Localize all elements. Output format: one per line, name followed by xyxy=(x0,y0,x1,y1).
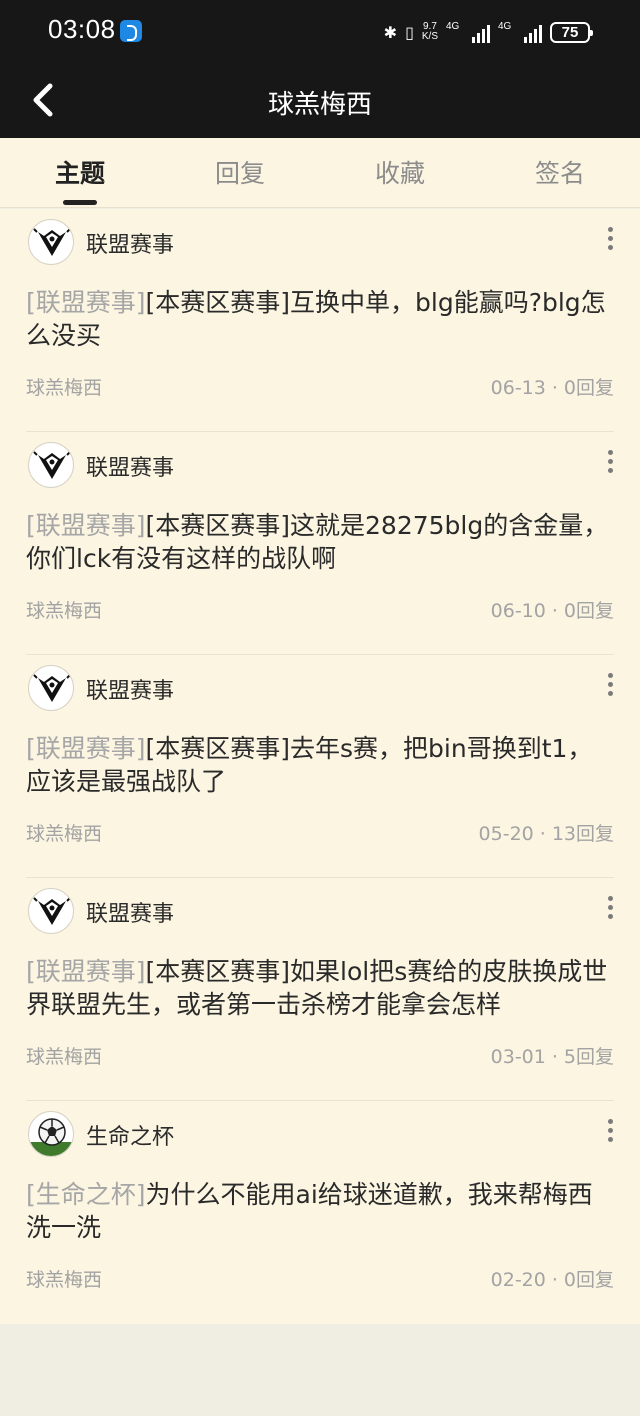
signal-label: 4G xyxy=(446,21,460,32)
list-item[interactable]: 联盟赛事 [联盟赛事][本赛区赛事]如果lol把s赛给的皮肤换成世界联盟先生，或… xyxy=(0,878,640,1101)
post-author: 球羔梅西 xyxy=(26,1046,103,1068)
post-meta: 05-20 · 13回复 xyxy=(479,819,614,846)
meta-separator: · xyxy=(551,377,558,399)
signal-icon: 4G xyxy=(446,21,490,43)
network-speed-unit: K/S xyxy=(421,31,438,42)
vibrate-icon: ▯ xyxy=(405,22,414,42)
forum-avatar[interactable] xyxy=(28,665,74,711)
post-title[interactable]: [联盟赛事][本赛区赛事]如果lol把s赛给的皮肤换成世界联盟先生，或者第一击杀… xyxy=(26,955,610,1021)
league-trophy-icon xyxy=(33,228,71,256)
post-title[interactable]: [联盟赛事][本赛区赛事]去年s赛，把bin哥换到t1，应该是最强战队了 xyxy=(26,732,610,798)
network-speed: 9.7 K/S xyxy=(422,22,438,42)
post-date: 06-13 xyxy=(490,377,546,399)
post-date: 02-20 xyxy=(490,1269,546,1291)
app-header: 球羔梅西 xyxy=(0,62,640,138)
post-author: 球羔梅西 xyxy=(26,823,103,845)
tab-topics[interactable]: 主题 xyxy=(0,138,160,207)
meta-separator: · xyxy=(551,600,558,622)
forum-avatar[interactable] xyxy=(28,1111,74,1157)
post-meta: 06-13 · 0回复 xyxy=(491,373,614,400)
app-notification-icon xyxy=(120,20,142,42)
post-title[interactable]: [生命之杯]为什么不能用ai给球迷道歉，我来帮梅西洗一洗 xyxy=(26,1178,610,1244)
status-bar: 03:08 ✱ ▯ 9.7 K/S 4G 4G 75 xyxy=(0,0,640,62)
post-meta: 03-01 · 5回复 xyxy=(491,1042,614,1069)
post-tag: [联盟赛事] xyxy=(26,288,146,317)
list-item[interactable]: 联盟赛事 [联盟赛事][本赛区赛事]互换中单，blg能赢吗?blg怎么没买 球羔… xyxy=(0,209,640,432)
meta-separator: · xyxy=(551,1269,558,1291)
forum-avatar[interactable] xyxy=(28,442,74,488)
post-date: 06-10 xyxy=(490,600,546,622)
post-tag: [联盟赛事] xyxy=(26,511,146,540)
post-meta: 06-10 · 0回复 xyxy=(491,596,614,623)
more-options-icon[interactable] xyxy=(600,1115,620,1149)
list-item[interactable]: 联盟赛事 [联盟赛事][本赛区赛事]这就是28275blg的含金量，你们lck有… xyxy=(0,432,640,655)
bluetooth-icon: ✱ xyxy=(383,22,398,42)
more-options-icon[interactable] xyxy=(600,892,620,926)
post-reply-count: 13回复 xyxy=(551,823,614,845)
post-date: 05-20 xyxy=(478,823,534,845)
more-options-icon[interactable] xyxy=(600,669,620,703)
forum-name[interactable]: 生命之杯 xyxy=(86,1119,174,1151)
post-tag: [生命之杯] xyxy=(26,1180,146,1209)
page-title: 球羔梅西 xyxy=(267,90,372,120)
forum-avatar[interactable] xyxy=(28,219,74,265)
signal-icon-2: 4G xyxy=(498,21,542,43)
forum-name[interactable]: 联盟赛事 xyxy=(86,673,174,705)
post-date: 03-01 xyxy=(490,1046,546,1068)
post-title[interactable]: [联盟赛事][本赛区赛事]互换中单，blg能赢吗?blg怎么没买 xyxy=(26,286,610,352)
post-author: 球羔梅西 xyxy=(26,377,103,399)
league-trophy-icon xyxy=(33,451,71,479)
post-list: 联盟赛事 [联盟赛事][本赛区赛事]互换中单，blg能赢吗?blg怎么没买 球羔… xyxy=(0,209,640,1324)
post-meta: 02-20 · 0回复 xyxy=(491,1265,614,1292)
forum-name[interactable]: 联盟赛事 xyxy=(86,896,174,928)
post-author: 球羔梅西 xyxy=(26,1269,103,1291)
post-reply-count: 0回复 xyxy=(563,377,614,399)
post-tag: [联盟赛事] xyxy=(26,734,146,763)
list-item[interactable]: 联盟赛事 [联盟赛事][本赛区赛事]去年s赛，把bin哥换到t1，应该是最强战队… xyxy=(0,655,640,878)
post-title[interactable]: [联盟赛事][本赛区赛事]这就是28275blg的含金量，你们lck有没有这样的… xyxy=(26,509,610,575)
list-item[interactable]: 生命之杯 [生命之杯]为什么不能用ai给球迷道歉，我来帮梅西洗一洗 球羔梅西 0… xyxy=(0,1101,640,1324)
forum-name[interactable]: 联盟赛事 xyxy=(86,227,174,259)
status-icons: ✱ ▯ 9.7 K/S 4G 4G 75 xyxy=(383,18,593,46)
post-reply-count: 5回复 xyxy=(563,1046,614,1068)
tab-replies[interactable]: 回复 xyxy=(160,138,320,207)
tab-bar: 主题 回复 收藏 签名 xyxy=(0,138,640,208)
meta-separator: · xyxy=(539,823,546,845)
battery-indicator: 75 xyxy=(550,21,593,43)
forum-name[interactable]: 联盟赛事 xyxy=(86,450,174,482)
signal-label-2: 4G xyxy=(498,21,512,32)
post-reply-count: 0回复 xyxy=(563,1269,614,1291)
forum-avatar[interactable] xyxy=(28,888,74,934)
tab-favorites[interactable]: 收藏 xyxy=(320,138,480,207)
post-reply-count: 0回复 xyxy=(563,600,614,622)
status-time: 03:08 xyxy=(48,14,116,44)
post-tag: [联盟赛事] xyxy=(26,957,146,986)
post-author: 球羔梅西 xyxy=(26,600,103,622)
tab-signature[interactable]: 签名 xyxy=(480,138,640,207)
meta-separator: · xyxy=(551,1046,558,1068)
league-trophy-icon xyxy=(33,897,71,925)
more-options-icon[interactable] xyxy=(600,223,620,257)
soccer-ball-icon xyxy=(29,1118,73,1156)
league-trophy-icon xyxy=(33,674,71,702)
more-options-icon[interactable] xyxy=(600,446,620,480)
